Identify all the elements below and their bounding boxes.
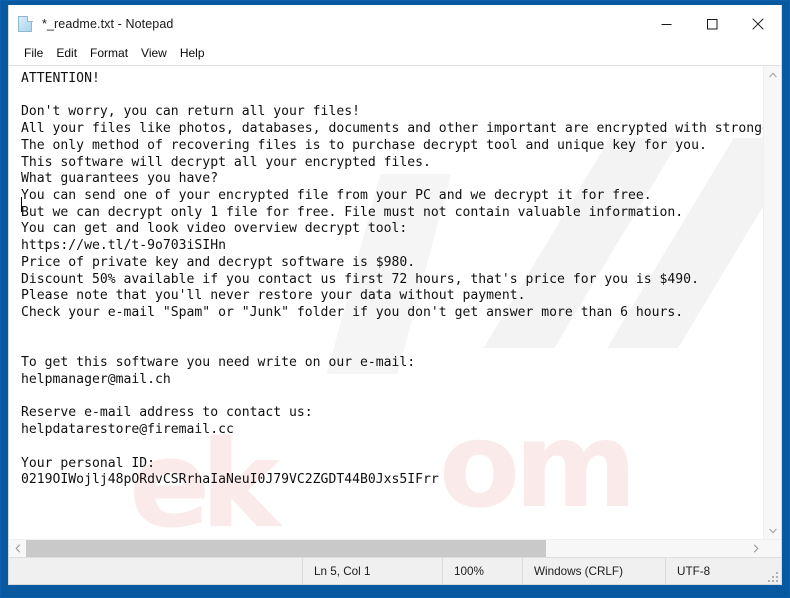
title-bar[interactable]: *_readme.txt - Notepad: [9, 5, 781, 43]
chevron-up-icon: [768, 72, 777, 77]
scrollbar-corner: [764, 540, 781, 557]
menu-item-help[interactable]: Help: [174, 44, 212, 64]
scroll-up-button[interactable]: [764, 66, 781, 83]
menu-item-format[interactable]: Format: [84, 44, 135, 64]
status-zoom-level[interactable]: 100%: [442, 558, 522, 584]
window-controls: [643, 5, 781, 43]
menu-item-file[interactable]: File: [18, 44, 50, 64]
ransom-note-text[interactable]: ATTENTION! Don't worry, you can return a…: [9, 66, 763, 539]
chevron-left-icon: [14, 544, 20, 553]
chevron-down-icon: [768, 528, 777, 533]
status-cursor-position: Ln 5, Col 1: [302, 558, 442, 584]
status-bar: Ln 5, Col 1 100% Windows (CRLF) UTF-8: [9, 557, 781, 584]
resize-grip-icon[interactable]: [766, 570, 778, 582]
status-encoding: UTF-8: [665, 558, 781, 584]
text-caret: [21, 197, 22, 212]
notepad-window-frame: *_readme.txt - Notepad File Edit Format …: [0, 0, 790, 598]
scroll-left-button[interactable]: [9, 540, 26, 557]
minimize-button[interactable]: [643, 5, 689, 43]
editor-region: ek om ATTENTION! Don't worry, you can re…: [9, 65, 781, 557]
notepad-document-icon: [18, 15, 35, 33]
horizontal-scrollbar-thumb[interactable]: [26, 540, 546, 557]
maximize-icon: [706, 18, 717, 29]
chevron-right-icon: [753, 544, 759, 553]
menu-item-edit[interactable]: Edit: [50, 44, 84, 64]
editor-row: ek om ATTENTION! Don't worry, you can re…: [9, 66, 781, 539]
menu-bar: File Edit Format View Help: [9, 43, 781, 65]
horizontal-scrollbar-track[interactable]: [26, 540, 747, 557]
status-line-ending: Windows (CRLF): [522, 558, 665, 584]
close-button[interactable]: [735, 5, 781, 43]
scroll-right-button[interactable]: [747, 540, 764, 557]
minimize-icon: [661, 23, 671, 25]
notepad-window: *_readme.txt - Notepad File Edit Format …: [8, 5, 782, 585]
horizontal-scrollbar[interactable]: [9, 539, 781, 557]
menu-item-view[interactable]: View: [135, 44, 174, 64]
vertical-scrollbar[interactable]: [763, 66, 781, 539]
window-title: *_readme.txt - Notepad: [42, 17, 174, 31]
title-bar-left: *_readme.txt - Notepad: [9, 15, 643, 33]
maximize-button[interactable]: [689, 5, 735, 43]
scroll-down-button[interactable]: [764, 522, 781, 539]
vertical-scrollbar-track[interactable]: [764, 83, 781, 522]
text-editor-area[interactable]: ek om ATTENTION! Don't worry, you can re…: [9, 66, 763, 539]
close-icon: [752, 18, 764, 30]
